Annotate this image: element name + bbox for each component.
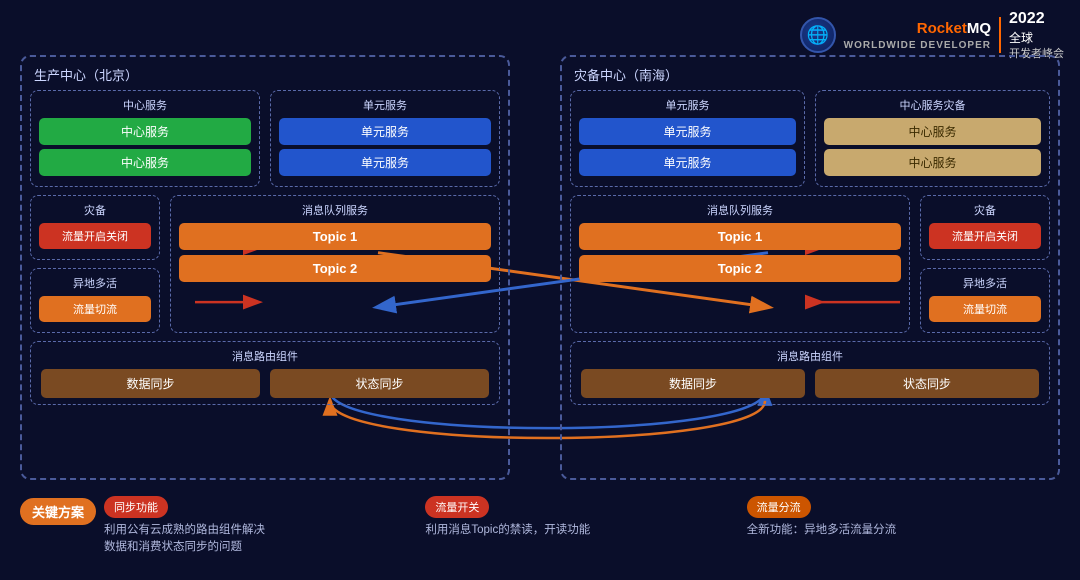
- right-side-groups: 灾备 流量开启关闭 异地多活 流量切流: [920, 195, 1050, 333]
- left-middle-row: 灾备 流量开启关闭 异地多活 流量切流 消息队列服务 Topic 1 Topic…: [30, 195, 500, 333]
- left-disaster-title: 灾备: [39, 202, 151, 218]
- left-topic2-btn: Topic 2: [179, 255, 491, 282]
- left-routing-btns: 数据同步 状态同步: [41, 369, 489, 398]
- right-disaster-btn: 流量开启关闭: [929, 223, 1041, 249]
- right-center-service-title: 中心服务灾备: [824, 97, 1041, 113]
- right-routing-title: 消息路由组件: [581, 348, 1039, 364]
- right-routing-btns: 数据同步 状态同步: [581, 369, 1039, 398]
- left-routing-title: 消息路由组件: [41, 348, 489, 364]
- left-routing-box: 消息路由组件 数据同步 状态同步: [30, 341, 500, 405]
- right-datasync-btn: 数据同步: [581, 369, 805, 398]
- left-unit-service-btn-1: 单元服务: [279, 118, 491, 145]
- bottom-section: 关键方案 同步功能 利用公有云成熟的路由组件解决数据和消费状态同步的问题 流量开…: [20, 488, 1060, 580]
- left-dc-title: 生产中心（北京）: [30, 65, 500, 84]
- left-mq-title: 消息队列服务: [179, 202, 491, 218]
- key-label: 关键方案: [20, 498, 96, 525]
- right-datacenter: 灾备中心（南海） 单元服务 单元服务 单元服务 中心服务灾备 中心服务 中心服务…: [560, 55, 1060, 480]
- right-routing-box: 消息路由组件 数据同步 状态同步: [570, 341, 1050, 405]
- left-unit-service-group: 单元服务 单元服务 单元服务: [270, 90, 500, 187]
- left-center-service-group: 中心服务 中心服务 中心服务: [30, 90, 260, 187]
- right-mq-title: 消息队列服务: [579, 202, 901, 218]
- right-multiactive-btn: 流量切流: [929, 296, 1041, 322]
- solution-switch-desc: 利用消息Topic的禁读，开读功能: [425, 522, 738, 539]
- right-dc-title: 灾备中心（南海）: [570, 65, 1050, 84]
- left-datacenter: 生产中心（北京） 中心服务 中心服务 中心服务 单元服务 单元服务 单元服务 灾…: [20, 55, 510, 480]
- left-side-groups: 灾备 流量开启关闭 异地多活 流量切流: [30, 195, 160, 333]
- left-statesync-btn: 状态同步: [270, 369, 489, 398]
- left-topic1-btn: Topic 1: [179, 223, 491, 250]
- left-unit-service-title: 单元服务: [279, 97, 491, 113]
- left-datasync-btn: 数据同步: [41, 369, 260, 398]
- left-center-service-title: 中心服务: [39, 97, 251, 113]
- right-middle-row: 消息队列服务 Topic 1 Topic 2 灾备 流量开启关闭 异地多活 流量…: [570, 195, 1050, 333]
- brand-logo: RocketMQ WORLDWIDE DEVELOPER: [844, 19, 991, 52]
- solution-sync: 同步功能 利用公有云成熟的路由组件解决数据和消费状态同步的问题: [104, 496, 417, 557]
- left-multiactive-group: 异地多活 流量切流: [30, 268, 160, 333]
- left-multiactive-btn: 流量切流: [39, 296, 151, 322]
- left-unit-service-btn-2: 单元服务: [279, 149, 491, 176]
- right-unit-service-title: 单元服务: [579, 97, 796, 113]
- left-disaster-group: 灾备 流量开启关闭: [30, 195, 160, 260]
- right-multiactive-group: 异地多活 流量切流: [920, 268, 1050, 333]
- right-unit-service-btn-1: 单元服务: [579, 118, 796, 145]
- left-center-service-btn-1: 中心服务: [39, 118, 251, 145]
- right-disaster-group: 灾备 流量开启关闭: [920, 195, 1050, 260]
- diagram-area: 生产中心（北京） 中心服务 中心服务 中心服务 单元服务 单元服务 单元服务 灾…: [20, 55, 1060, 480]
- right-topic1-btn: Topic 1: [579, 223, 901, 250]
- solution-split-tag: 流量分流: [747, 496, 811, 518]
- right-center-service-group: 中心服务灾备 中心服务 中心服务: [815, 90, 1050, 187]
- right-unit-service-btn-2: 单元服务: [579, 149, 796, 176]
- globe-icon: 🌐: [800, 17, 836, 53]
- solution-sync-desc: 利用公有云成熟的路由组件解决数据和消费状态同步的问题: [104, 522, 417, 557]
- right-mq-box: 消息队列服务 Topic 1 Topic 2: [570, 195, 910, 333]
- solution-sync-tag: 同步功能: [104, 496, 168, 518]
- right-multiactive-title: 异地多活: [929, 275, 1041, 291]
- right-top-services: 单元服务 单元服务 单元服务 中心服务灾备 中心服务 中心服务: [570, 90, 1050, 187]
- left-center-service-btn-2: 中心服务: [39, 149, 251, 176]
- right-statesync-btn: 状态同步: [815, 369, 1039, 398]
- solution-split: 流量分流 全新功能：异地多活流量分流: [747, 496, 1060, 539]
- right-center-service-btn-1: 中心服务: [824, 118, 1041, 145]
- key-solutions: 关键方案 同步功能 利用公有云成熟的路由组件解决数据和消费状态同步的问题 流量开…: [20, 496, 1060, 557]
- left-disaster-btn: 流量开启关闭: [39, 223, 151, 249]
- left-multiactive-title: 异地多活: [39, 275, 151, 291]
- solution-switch-tag: 流量开关: [425, 496, 489, 518]
- left-mq-box: 消息队列服务 Topic 1 Topic 2: [170, 195, 500, 333]
- left-top-services: 中心服务 中心服务 中心服务 单元服务 单元服务 单元服务: [30, 90, 500, 187]
- right-topic2-btn: Topic 2: [579, 255, 901, 282]
- logo-divider: [999, 17, 1001, 53]
- right-center-service-btn-2: 中心服务: [824, 149, 1041, 176]
- right-unit-service-group: 单元服务 单元服务 单元服务: [570, 90, 805, 187]
- solution-switch: 流量开关 利用消息Topic的禁读，开读功能: [425, 496, 738, 539]
- solution-split-desc: 全新功能：异地多活流量分流: [747, 522, 1060, 539]
- right-disaster-title: 灾备: [929, 202, 1041, 218]
